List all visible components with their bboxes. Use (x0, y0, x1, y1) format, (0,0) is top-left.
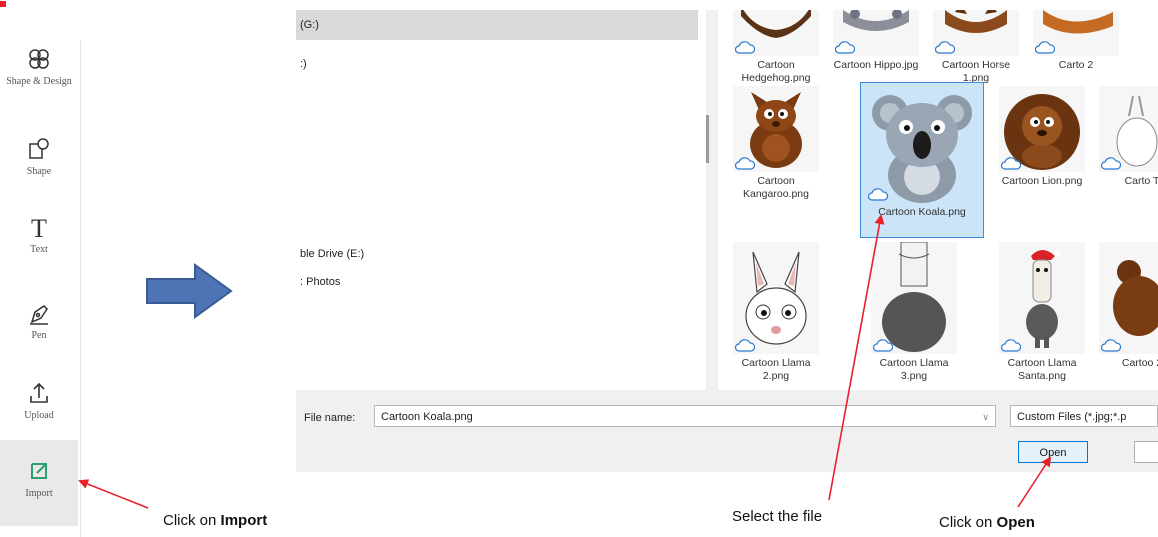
toolbar-label: Upload (24, 410, 54, 421)
cloud-icon (1101, 339, 1121, 352)
file-item[interactable]: Cartoon Llama Santa.png (996, 242, 1088, 383)
annotation-open-bold: Open (996, 514, 1035, 531)
annotation-open-prefix: Click on (939, 514, 997, 531)
navigation-pane: (G:) :) ble Drive (E:) : Photos (296, 10, 706, 390)
file-item-selected[interactable]: Cartoon Koala.png (860, 82, 984, 238)
file-name: Cartoon Llama 3.png (879, 357, 949, 382)
file-list-pane: Cartoon Hedgehog.png Cartoon Hippo.jpg C… (718, 10, 1158, 390)
cloud-icon (735, 339, 755, 352)
file-name: Cartoon Lion.png (1001, 175, 1083, 187)
file-thumbnail (1099, 86, 1158, 172)
toolbar-label: Import (25, 488, 53, 499)
cloud-icon (735, 41, 755, 54)
upload-icon (30, 382, 48, 403)
file-item[interactable]: Cartoon Kangaroo.png (730, 86, 822, 201)
file-item[interactable]: Cartoon Hedgehog.png (730, 10, 822, 85)
nav-item[interactable]: ble Drive (E:) (300, 248, 364, 260)
file-item[interactable]: Cartoo 2 (1096, 242, 1158, 370)
file-thumbnail (733, 242, 819, 354)
file-name: Cartoon Hedgehog.png (741, 59, 811, 84)
file-thumbnail (933, 10, 1019, 56)
cloud-icon (873, 339, 893, 352)
toolbar-label: Text (30, 244, 48, 255)
file-name: Cartoon Hippo.jpg (833, 59, 919, 71)
left-toolbar: Shape & Design Shape T Text Pen Upload I… (0, 40, 81, 537)
cloud-icon (835, 41, 855, 54)
toolbar-label: Pen (31, 330, 47, 341)
cloud-icon (1035, 41, 1055, 54)
nav-scrollbar-thumb[interactable] (706, 115, 709, 163)
file-name: Cartoo 2 (1121, 357, 1158, 369)
annotation-import-bold: Import (220, 512, 268, 529)
file-thumbnail (833, 10, 919, 56)
import-icon (31, 463, 47, 479)
file-thumbnail (999, 86, 1085, 172)
cloud-icon (1001, 339, 1021, 352)
file-name: Carto 2 (1058, 59, 1094, 71)
nav-item[interactable]: (G:) (300, 19, 319, 31)
toolbar-item-shape[interactable]: Shape (0, 134, 78, 177)
toolbar-item-shape-design[interactable]: Shape & Design (0, 44, 78, 87)
cloud-icon (1101, 157, 1121, 170)
toolbar-label: Shape (26, 166, 52, 177)
toolbar-label: Shape & Design (6, 76, 72, 87)
file-name: Cartoon Llama 2.png (741, 357, 811, 382)
file-thumbnail (866, 87, 978, 203)
file-name: Cartoon Llama Santa.png (1007, 357, 1077, 382)
right-arrow-icon (146, 263, 233, 319)
pen-icon (30, 305, 48, 325)
file-item[interactable]: Cartoon Llama 2.png (730, 242, 822, 383)
file-thumbnail (733, 86, 819, 172)
file-thumbnail (999, 242, 1085, 354)
file-item[interactable]: Cartoon Lion.png (996, 86, 1088, 188)
file-name-value: Cartoon Koala.png (381, 411, 473, 423)
chevron-down-icon[interactable]: ∨ (982, 406, 989, 428)
nav-selected-row[interactable] (296, 10, 698, 40)
toolbar-item-upload[interactable]: Upload (0, 378, 78, 421)
file-open-dialog: (G:) :) ble Drive (E:) : Photos Cartoon … (296, 10, 1158, 472)
file-name: Cartoon Koala.png (878, 206, 966, 218)
toolbar-item-text[interactable]: T Text (0, 212, 78, 255)
annotation-import-prefix: Click on (163, 512, 221, 529)
cloud-icon (735, 157, 755, 170)
file-name: Cartoon Horse 1.png (941, 59, 1011, 84)
top-edge-fragment (0, 0, 14, 12)
file-item[interactable]: Carto T (1096, 86, 1158, 188)
file-name-input[interactable]: Cartoon Koala.png ∨ (374, 405, 996, 427)
file-name: Carto T (1124, 175, 1158, 187)
file-name-label: File name: (304, 412, 356, 424)
cloud-icon (1001, 157, 1021, 170)
annotation-open: Click on Open (939, 514, 1035, 531)
file-thumbnail (871, 241, 957, 354)
file-item[interactable]: Cartoon Hippo.jpg (830, 10, 922, 72)
file-thumbnail (733, 10, 819, 56)
toolbar-item-pen[interactable]: Pen (0, 298, 78, 341)
file-item[interactable]: Cartoon Horse 1.png (930, 10, 1022, 85)
shape-icon (29, 138, 49, 159)
file-thumbnail (1099, 242, 1158, 354)
shape-design-icon (29, 49, 49, 69)
file-item[interactable]: Cartoon Llama 3.png (868, 241, 960, 383)
arrow-to-import (78, 479, 149, 509)
file-name: Cartoon Kangaroo.png (743, 175, 809, 200)
nav-item[interactable]: :) (300, 58, 307, 70)
file-thumbnail (1033, 10, 1119, 56)
file-type-select[interactable]: Custom Files (*.jpg;*.p (1010, 405, 1158, 427)
open-button[interactable]: Open (1018, 441, 1088, 463)
file-item[interactable]: Carto 2 (1030, 10, 1122, 72)
toolbar-item-import[interactable]: Import (0, 440, 78, 526)
cloud-icon (935, 41, 955, 54)
svg-text:T: T (31, 214, 47, 242)
text-icon: T (31, 214, 47, 242)
cancel-button[interactable] (1134, 441, 1158, 463)
cloud-icon (868, 188, 888, 201)
annotation-select: Select the file (732, 508, 823, 525)
annotation-import: Click on Import (163, 512, 267, 529)
nav-item[interactable]: : Photos (300, 276, 340, 288)
